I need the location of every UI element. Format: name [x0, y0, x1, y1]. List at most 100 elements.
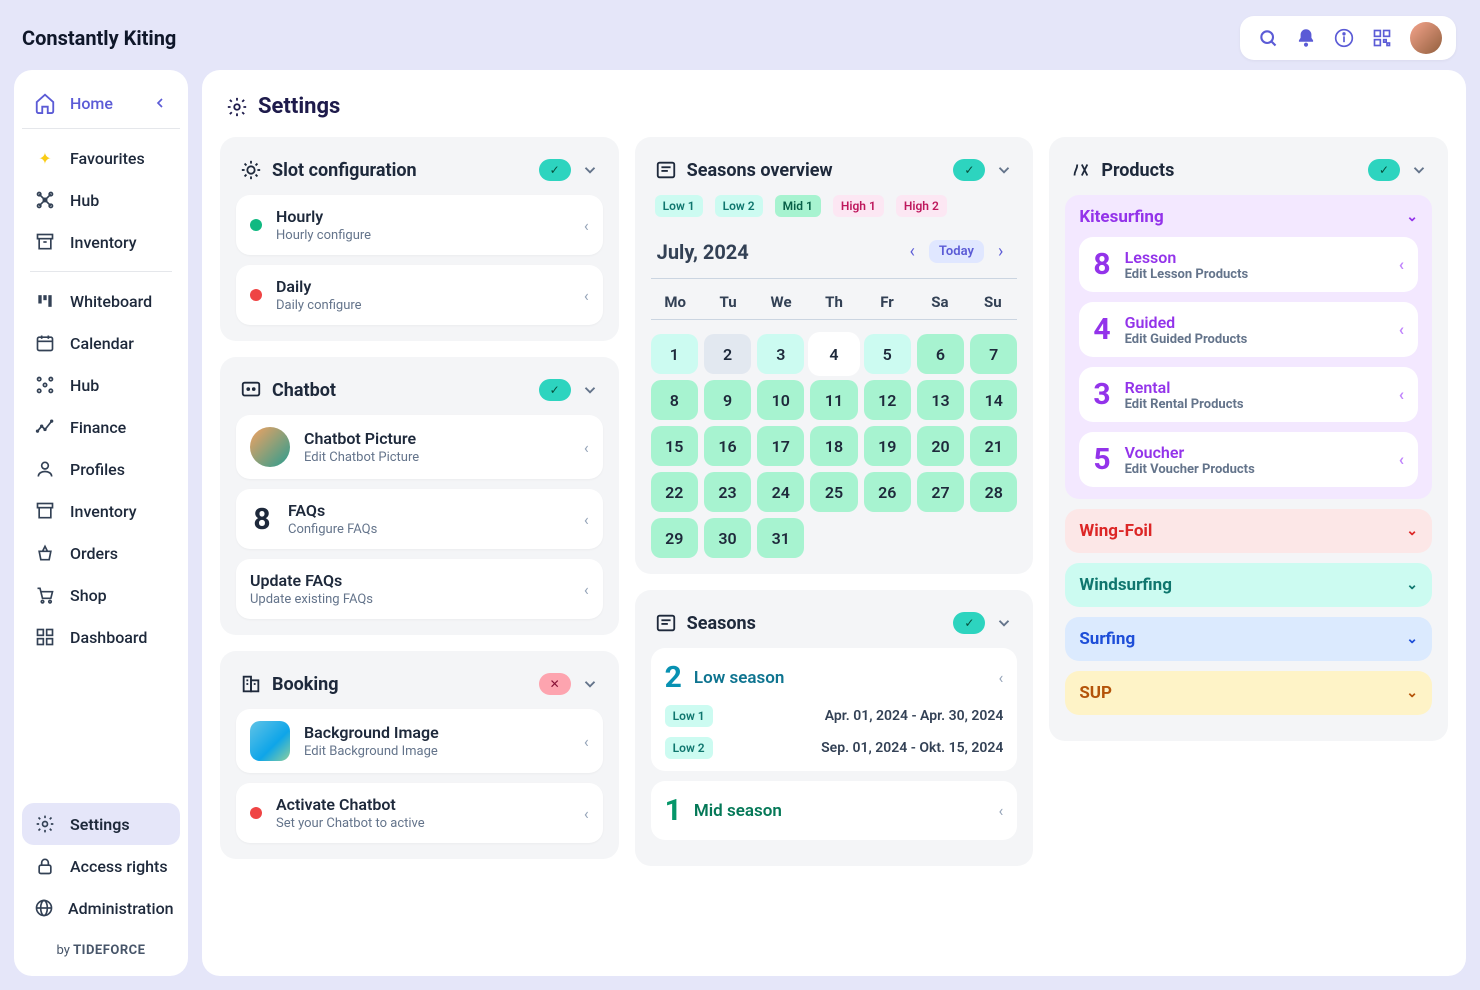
chevron-down-icon: ⌄	[1406, 209, 1418, 225]
calendar-day[interactable]: 26	[864, 472, 911, 512]
nav-access[interactable]: Access rights	[22, 845, 180, 887]
slot-config-panel: Slot configuration ✓ HourlyHourly config…	[220, 137, 619, 341]
status-ok: ✓	[539, 379, 571, 401]
status-ok: ✓	[1368, 159, 1400, 181]
group-name: SUP	[1079, 683, 1112, 703]
qr-icon[interactable]	[1372, 28, 1392, 48]
nav-inventory[interactable]: Inventory	[22, 221, 180, 263]
calendar-day[interactable]: 20	[917, 426, 964, 466]
calendar-day[interactable]: 30	[704, 518, 751, 558]
chatbot-picture[interactable]: Chatbot PictureEdit Chatbot Picture ‹	[236, 415, 603, 479]
calendar-day[interactable]: 18	[810, 426, 857, 466]
card-title: Background Image	[304, 723, 570, 742]
chevron-down-icon[interactable]	[995, 161, 1013, 179]
cal-next[interactable]: ›	[990, 237, 1011, 266]
cal-today-button[interactable]: Today	[929, 240, 984, 263]
calendar-day[interactable]: 17	[757, 426, 804, 466]
nav-whiteboard[interactable]: Whiteboard	[22, 280, 180, 322]
cal-prev[interactable]: ‹	[902, 237, 923, 266]
season-low[interactable]: 2 Low season ‹ Low 1Apr. 01, 2024 - Apr.…	[651, 648, 1018, 771]
season-label: Low 1	[665, 705, 713, 727]
chevron-down-icon[interactable]	[995, 614, 1013, 632]
product-item[interactable]: 8LessonEdit Lesson Products‹	[1079, 237, 1418, 292]
nav-shop[interactable]: Shop	[22, 574, 180, 616]
nav-admin[interactable]: Administration	[22, 887, 180, 929]
calendar-day[interactable]: 9	[704, 380, 751, 420]
nav-finance[interactable]: Finance	[22, 406, 180, 448]
calendar-day[interactable]: 10	[757, 380, 804, 420]
product-item[interactable]: 3RentalEdit Rental Products‹	[1079, 367, 1418, 422]
calendar-day[interactable]: 4	[810, 334, 857, 374]
chevron-left-icon: ‹	[1399, 320, 1404, 340]
calendar-day[interactable]: 14	[970, 380, 1017, 420]
chevron-down-icon: ⌄	[1406, 577, 1418, 593]
calendar-day[interactable]: 1	[651, 334, 698, 374]
nav-hub[interactable]: Hub	[22, 179, 180, 221]
calendar-day[interactable]: 21	[970, 426, 1017, 466]
search-icon[interactable]	[1258, 28, 1278, 48]
slot-hourly[interactable]: HourlyHourly configure ‹	[236, 195, 603, 255]
nav-settings[interactable]: Settings	[22, 803, 180, 845]
calendar-day[interactable]: 12	[864, 380, 911, 420]
calendar-day[interactable]: 24	[757, 472, 804, 512]
chevron-down-icon[interactable]	[581, 675, 599, 693]
calendar-day[interactable]: 15	[651, 426, 698, 466]
chevron-down-icon[interactable]	[581, 161, 599, 179]
product-group-surf[interactable]: Surfing⌄	[1065, 617, 1432, 661]
calendar-day[interactable]: 13	[917, 380, 964, 420]
product-group-kite[interactable]: Kitesurfing⌄ 8LessonEdit Lesson Products…	[1065, 195, 1432, 499]
calendar-day[interactable]: 31	[757, 518, 804, 558]
calendar-day[interactable]: 25	[810, 472, 857, 512]
calendar-day[interactable]: 11	[810, 380, 857, 420]
calendar-day[interactable]: 8	[651, 380, 698, 420]
chatbot-update[interactable]: Update FAQsUpdate existing FAQs ‹	[236, 559, 603, 619]
status-ok: ✓	[953, 612, 985, 634]
chatbot-panel: Chatbot ✓ Chatbot PictureEdit Chatbot Pi…	[220, 357, 619, 635]
chevron-down-icon[interactable]	[1410, 161, 1428, 179]
product-item[interactable]: 5VoucherEdit Voucher Products‹	[1079, 432, 1418, 487]
product-title: Guided	[1125, 313, 1385, 332]
product-group-sup[interactable]: SUP⌄	[1065, 671, 1432, 715]
calendar-day[interactable]: 7	[970, 334, 1017, 374]
season-mid[interactable]: 1 Mid season ‹	[651, 781, 1018, 840]
slot-daily[interactable]: DailyDaily configure ‹	[236, 265, 603, 325]
nav-profiles[interactable]: Profiles	[22, 448, 180, 490]
product-group-wind[interactable]: Windsurfing⌄	[1065, 563, 1432, 607]
chevron-down-icon[interactable]	[581, 381, 599, 399]
chevron-left-icon	[152, 95, 168, 111]
chatbot-faqs[interactable]: 8 FAQsConfigure FAQs ‹	[236, 489, 603, 549]
calendar-day[interactable]: 22	[651, 472, 698, 512]
gear-icon	[226, 96, 248, 118]
nav-dashboard[interactable]: Dashboard	[22, 616, 180, 658]
nav-calendar[interactable]: Calendar	[22, 322, 180, 364]
nav-home[interactable]: Home	[22, 82, 180, 129]
avatar[interactable]	[1410, 22, 1442, 54]
calendar-day[interactable]: 5	[864, 334, 911, 374]
nav-hub-2[interactable]: Hub	[22, 364, 180, 406]
calendar-day[interactable]: 16	[704, 426, 751, 466]
booking-bg[interactable]: Background ImageEdit Background Image ‹	[236, 709, 603, 773]
calendar-day[interactable]: 2	[704, 334, 751, 374]
legend-low2: Low 2	[715, 195, 763, 217]
chevron-left-icon: ‹	[999, 668, 1004, 687]
nav-favourites[interactable]: ✦Favourites	[22, 137, 180, 179]
card-sub: Update existing FAQs	[250, 592, 570, 607]
calendar-day[interactable]: 6	[917, 334, 964, 374]
nav-inventory-2[interactable]: Inventory	[22, 490, 180, 532]
calendar-day[interactable]: 27	[917, 472, 964, 512]
bell-icon[interactable]	[1296, 28, 1316, 48]
list-icon	[655, 159, 677, 181]
calendar-day[interactable]: 19	[864, 426, 911, 466]
info-icon[interactable]	[1334, 28, 1354, 48]
nav-label: Orders	[70, 544, 118, 563]
product-item[interactable]: 4GuidedEdit Guided Products‹	[1079, 302, 1418, 357]
product-group-wing[interactable]: Wing-Foil⌄	[1065, 509, 1432, 553]
calendar-day[interactable]: 28	[970, 472, 1017, 512]
calendar-day[interactable]: 3	[757, 334, 804, 374]
nav-orders[interactable]: Orders	[22, 532, 180, 574]
calendar-day[interactable]: 23	[704, 472, 751, 512]
season-count: 1	[665, 793, 682, 828]
booking-activate[interactable]: Activate ChatbotSet your Chatbot to acti…	[236, 783, 603, 843]
calendar-day[interactable]: 29	[651, 518, 698, 558]
panel-title: Slot configuration	[272, 160, 529, 181]
